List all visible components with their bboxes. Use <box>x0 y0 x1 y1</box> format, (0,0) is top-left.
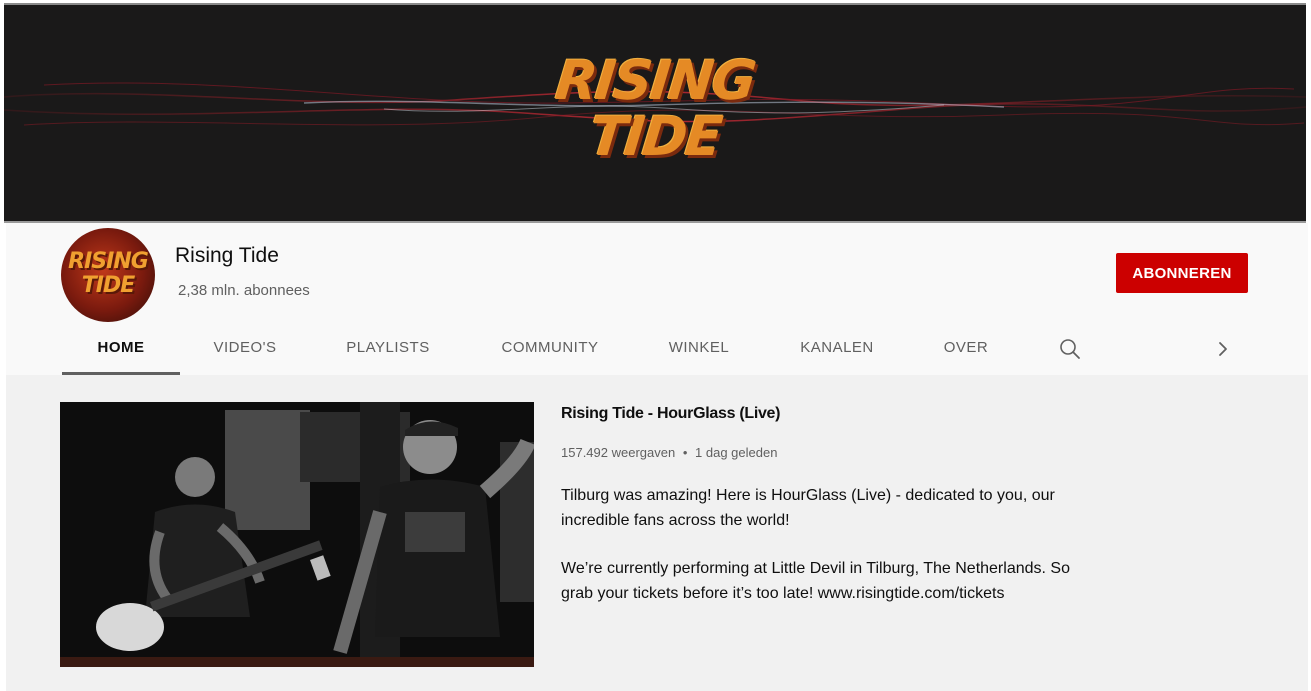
avatar-logo: RISING TIDE <box>61 250 155 298</box>
search-icon[interactable] <box>1058 337 1082 361</box>
channel-header: RISING TIDE Rising Tide 2,38 mln. abonne… <box>6 223 1308 375</box>
tab-home[interactable]: HOME <box>62 323 180 375</box>
subscribe-button[interactable]: ABONNEREN <box>1116 253 1248 293</box>
tab-winkel[interactable]: WINKEL <box>649 323 749 375</box>
tab-playlists[interactable]: PLAYLISTS <box>326 323 450 375</box>
channel-avatar[interactable]: RISING TIDE <box>61 228 155 322</box>
video-description: Tilburg was amazing! Here is HourGlass (… <box>561 483 1101 629</box>
banner-logo: RISING TIDE <box>4 49 1306 168</box>
tab-over[interactable]: OVER <box>924 323 1008 375</box>
avatar-logo-line1: RISING <box>68 249 149 274</box>
featured-section: Rising Tide - HourGlass (Live) 157.492 w… <box>6 375 1308 691</box>
avatar-logo-line2: TIDE <box>81 273 135 298</box>
video-frame-image <box>60 402 534 667</box>
video-meta: 157.492 weergaven • 1 dag geleden <box>561 445 777 460</box>
channel-banner: RISING TIDE <box>4 3 1306 223</box>
video-age: 1 dag geleden <box>695 445 778 460</box>
meta-separator: • <box>682 445 688 460</box>
chevron-right-icon[interactable] <box>1211 337 1235 361</box>
description-paragraph-1: Tilburg was amazing! Here is HourGlass (… <box>561 487 1055 529</box>
subscriber-count: 2,38 mln. abonnees <box>178 282 310 299</box>
banner-logo-line2: TIDE <box>586 105 724 168</box>
tab-kanalen[interactable]: KANALEN <box>779 323 895 375</box>
banner-logo-line1: RISING <box>552 49 758 112</box>
video-views: 157.492 weergaven <box>561 445 676 460</box>
tab-videos[interactable]: VIDEO'S <box>195 323 295 375</box>
channel-tabs: HOME VIDEO'S PLAYLISTS COMMUNITY WINKEL … <box>6 323 1308 375</box>
description-paragraph-2: We’re currently performing at Little Dev… <box>561 560 1070 602</box>
tab-community[interactable]: COMMUNITY <box>480 323 620 375</box>
video-thumbnail[interactable] <box>60 402 534 667</box>
video-title[interactable]: Rising Tide - HourGlass (Live) <box>561 405 781 423</box>
channel-name: Rising Tide <box>175 244 279 267</box>
